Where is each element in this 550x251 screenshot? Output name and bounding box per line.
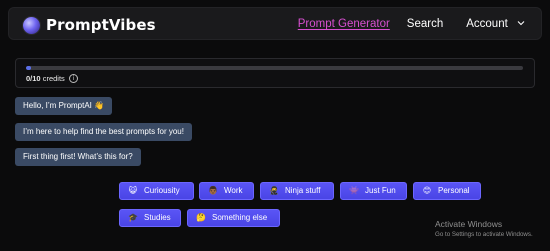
watermark-title: Activate Windows [435,219,503,229]
credits-panel: 0/10 credits i [15,58,535,88]
chevron-down-icon [517,19,525,27]
credits-count: 0/10 [26,74,41,83]
choice-studies-button[interactable]: 🎓 Studies [119,209,181,227]
brand-logo[interactable]: PromptVibes [23,16,156,34]
main-nav: Prompt Generator Search Account [298,18,525,30]
worker-emoji-icon: 👨🏾 [208,186,218,195]
choice-just-fun-button[interactable]: 👾 Just Fun [340,182,407,200]
choice-label: Studies [144,213,171,222]
credits-progress-bar [26,66,523,70]
brand-name: PromptVibes [46,16,156,34]
credits-progress-fill [26,66,31,70]
choice-label: Something else [212,213,268,222]
choice-personal-button[interactable]: 😊 Personal [413,182,481,200]
windows-activation-watermark: Activate Windows Go to Settings to activ… [435,219,533,238]
chat-message: Hello, I’m PromptAI 👋 [15,97,113,115]
choice-label: Curiousity [144,186,180,195]
top-navbar: PromptVibes Prompt Generator Search Acco… [8,7,542,40]
graduation-cap-emoji-icon: 🎓 [128,213,138,222]
nav-account-label: Account [466,18,508,30]
cat-emoji-icon: 😺 [128,186,138,195]
alien-monster-emoji-icon: 👾 [349,186,359,195]
thinking-face-emoji-icon: 🤔 [196,213,206,222]
choice-work-button[interactable]: 👨🏾 Work [199,182,254,200]
credits-suffix: credits [42,74,65,83]
choice-curiousity-button[interactable]: 😺 Curiousity [119,182,194,200]
choice-label: Personal [438,186,470,195]
credits-label: 0/10 credits i [26,74,78,83]
choice-label: Work [224,186,243,195]
chat-message: I’m here to help find the best prompts f… [15,123,192,141]
choice-something-else-button[interactable]: 🤔 Something else [187,209,280,227]
logo-orb-icon [23,16,40,34]
nav-search[interactable]: Search [407,18,443,30]
nav-prompt-generator[interactable]: Prompt Generator [298,18,390,30]
choice-label: Just Fun [365,186,396,195]
ninja-emoji-icon: 🥷 [269,186,279,195]
page: PromptVibes Prompt Generator Search Acco… [0,0,550,251]
chat-message: First thing first! What’s this for? [15,148,141,166]
choice-label: Ninja stuff [285,186,321,195]
nav-account[interactable]: Account [466,18,525,30]
choice-ninja-stuff-button[interactable]: 🥷 Ninja stuff [260,182,334,200]
smile-emoji-icon: 😊 [422,186,432,195]
watermark-subtitle: Go to Settings to activate Windows. [435,231,533,238]
info-icon[interactable]: i [68,74,78,83]
